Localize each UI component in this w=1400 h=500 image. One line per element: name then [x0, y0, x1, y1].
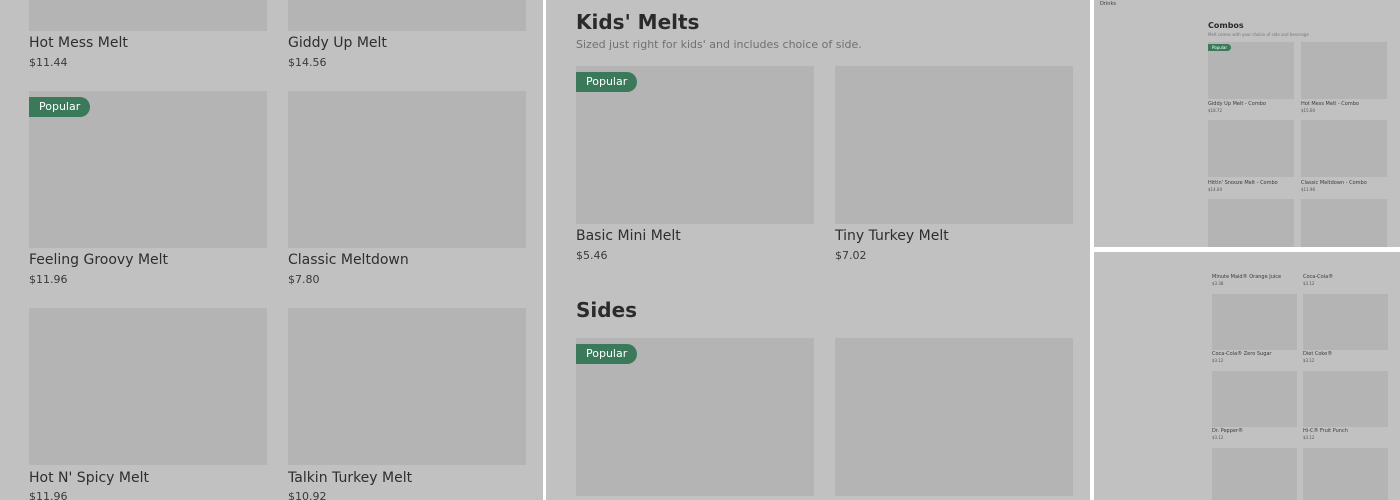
menu-item-image[interactable]: [1303, 448, 1388, 500]
menu-item-price: $3.12: [1303, 358, 1315, 363]
menu-item-image[interactable]: [1208, 120, 1294, 177]
menu-item-name[interactable]: Coca-Cola®: [1303, 274, 1333, 280]
section-subtitle-kids-melts: Sized just right for kids' and includes …: [576, 38, 862, 51]
menu-item-price: $7.02: [835, 249, 867, 262]
menu-item-name[interactable]: Minute Maid® Orange Juice: [1212, 274, 1281, 280]
menu-item-image[interactable]: [1212, 294, 1297, 350]
section-title-sides: Sides: [576, 298, 638, 322]
menu-item-image[interactable]: [1303, 294, 1388, 350]
popular-badge: Popular: [576, 72, 638, 92]
menu-item-price: $15.60: [1301, 108, 1315, 113]
menu-item-image[interactable]: [29, 308, 267, 465]
menu-item-price: $10.92: [288, 490, 327, 500]
menu-item-price: $14.56: [288, 56, 327, 69]
menu-item-name[interactable]: Feeling Groovy Melt: [29, 252, 168, 268]
menu-item-image[interactable]: [835, 66, 1073, 224]
popular-badge: Popular: [29, 97, 91, 117]
menu-item-price: $11.96: [29, 273, 68, 286]
menu-item-price: $3.12: [1303, 435, 1315, 440]
menu-item-price: $11.44: [29, 56, 68, 69]
menu-item-name[interactable]: Talkin Turkey Melt: [288, 470, 412, 486]
menu-item-name[interactable]: Giddy Up Melt - Combo: [1208, 101, 1266, 107]
menu-panel-melts: Hot Mess Melt $11.44 Giddy Up Melt $14.5…: [0, 0, 543, 500]
menu-panel-combos: Drinks Combos Melt comes with your choic…: [1094, 0, 1400, 247]
menu-item-image[interactable]: [1303, 371, 1388, 427]
menu-item-name[interactable]: Classic Meltdown: [288, 252, 409, 268]
menu-item-price: $5.46: [576, 249, 608, 262]
menu-item-name[interactable]: Coca-Cola® Zero Sugar: [1212, 351, 1272, 357]
menu-item-image[interactable]: [288, 91, 526, 248]
menu-item-price: $14.04: [1208, 187, 1222, 192]
menu-item-image[interactable]: [1212, 448, 1297, 500]
section-subtitle-combos: Melt comes with your choice of side and …: [1208, 32, 1309, 37]
menu-item-price: $3.38: [1212, 281, 1224, 286]
sidebar-item-drinks[interactable]: Drinks: [1100, 1, 1116, 7]
menu-item-name[interactable]: Basic Mini Melt: [576, 228, 681, 244]
menu-item-name[interactable]: Dr. Pepper®: [1212, 428, 1243, 434]
menu-item-price: $3.12: [1212, 435, 1224, 440]
popular-badge: Popular: [1208, 44, 1231, 51]
menu-item-price: $11.96: [1301, 187, 1315, 192]
menu-item-image[interactable]: [1208, 199, 1294, 247]
menu-item-image[interactable]: [1301, 199, 1387, 247]
menu-item-name[interactable]: Classic Meltdown - Combo: [1301, 180, 1367, 186]
menu-item-image[interactable]: [1301, 42, 1387, 99]
menu-item-name[interactable]: Giddy Up Melt: [288, 35, 387, 51]
menu-item-image[interactable]: [835, 338, 1073, 496]
menu-item-image[interactable]: [29, 0, 267, 31]
menu-item-name[interactable]: Hot Mess Melt - Combo: [1301, 101, 1359, 107]
menu-item-image[interactable]: [1212, 371, 1297, 427]
menu-item-image[interactable]: [1301, 120, 1387, 177]
menu-item-name[interactable]: Hot N' Spicy Melt: [29, 470, 149, 486]
menu-item-price: $18.72: [1208, 108, 1222, 113]
menu-panel-kids-sides: Kids' Melts Sized just right for kids' a…: [546, 0, 1090, 500]
menu-item-name[interactable]: Hot Mess Melt: [29, 35, 128, 51]
menu-item-image[interactable]: [288, 308, 526, 465]
menu-item-price: $11.96: [29, 490, 68, 500]
menu-item-name[interactable]: Tiny Turkey Melt: [835, 228, 949, 244]
menu-item-name[interactable]: Diet Coke®: [1303, 351, 1332, 357]
popular-badge: Popular: [576, 344, 638, 364]
menu-panel-drinks: Minute Maid® Orange Juice $3.38 Coca-Col…: [1094, 252, 1400, 500]
menu-item-price: $3.12: [1212, 358, 1224, 363]
menu-item-image[interactable]: [288, 0, 526, 31]
menu-item-name[interactable]: Hittin' Snooze Melt - Combo: [1208, 180, 1278, 186]
menu-item-price: $3.12: [1303, 281, 1315, 286]
menu-item-name[interactable]: Hi-C® Fruit Punch: [1303, 428, 1348, 434]
section-title-combos: Combos: [1208, 21, 1244, 30]
menu-item-price: $7.80: [288, 273, 320, 286]
section-title-kids-melts: Kids' Melts: [576, 10, 700, 34]
